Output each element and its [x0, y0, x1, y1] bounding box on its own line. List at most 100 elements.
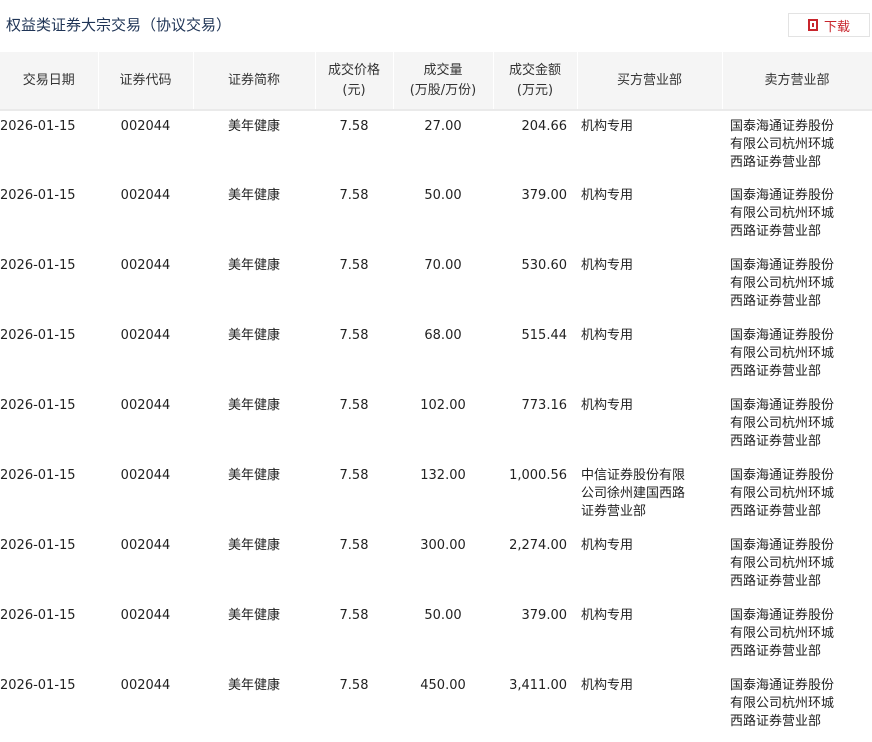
cell-text: 国泰海通证券股份有限公司杭州环城西路证券营业部 [730, 538, 835, 589]
header-volume: 成交量 (万股/万份) [393, 52, 494, 111]
cell-volume: 70.00 [393, 250, 493, 320]
cell-text: 国泰海通证券股份有限公司杭州环城西路证券营业部 [730, 258, 835, 309]
cell-price: 7.58 [315, 320, 393, 390]
cell-text: 美年健康 [227, 328, 280, 343]
cell-price: 7.58 [315, 250, 393, 320]
header-name: 证券简称 [193, 52, 316, 111]
cell-buyer: 机构专用 [577, 600, 722, 670]
cell-amount: 530.60 [493, 250, 577, 320]
cell-text: 2026-01-15 [0, 119, 76, 134]
cell-price: 7.58 [315, 670, 393, 740]
cell-text: 美年健康 [227, 608, 280, 623]
cell-buyer: 机构专用 [577, 390, 722, 460]
cell-text: 002044 [120, 398, 171, 413]
cell-text: 美年健康 [227, 188, 280, 203]
cell-amount: 204.66 [493, 110, 577, 180]
cell-amount: 1,000.56 [493, 460, 577, 530]
cell-text: 7.58 [339, 608, 369, 623]
header-label: 成交量 [423, 62, 463, 78]
cell-text: 美年健康 [227, 538, 280, 553]
cell-text: 2026-01-15 [0, 608, 76, 623]
table-row: 2026-01-15 002044 美年健康 7.58 27.00 204.66 机构专用 国… [0, 110, 872, 180]
cell-text: 机构专用 [581, 678, 634, 693]
cell-text: 国泰海通证券股份有限公司杭州环城西路证券营业部 [730, 119, 835, 170]
cell-date: 2026-01-15 [0, 530, 98, 600]
cell-text: 2026-01-15 [0, 678, 76, 693]
table-row: 2026-01-15 002044 美年健康 7.58 132.00 1,000.56 中信… [0, 460, 872, 530]
cell-text: 002044 [120, 468, 171, 483]
cell-name: 美年健康 [193, 250, 315, 320]
cell-name: 美年健康 [193, 600, 315, 670]
cell-date: 2026-01-15 [0, 390, 98, 460]
cell-buyer: 机构专用 [577, 320, 722, 390]
cell-code: 002044 [98, 390, 193, 460]
cell-buyer: 机构专用 [577, 530, 722, 600]
block-trade-table: 交易日期 证券代码 证券简称 成交价格 (元) 成交量 (万股/万份) 成交金额 (万元) 买方营… [0, 52, 872, 740]
table-row: 2026-01-15 002044 美年健康 7.58 70.00 530.60 机构专用 国… [0, 250, 872, 320]
cell-seller: 国泰海通证券股份有限公司杭州环城西路证券营业部 [722, 530, 872, 600]
cell-buyer: 机构专用 [577, 250, 722, 320]
cell-seller: 国泰海通证券股份有限公司杭州环城西路证券营业部 [722, 460, 872, 530]
cell-volume: 102.00 [393, 390, 493, 460]
cell-buyer: 机构专用 [577, 110, 722, 180]
cell-text: 002044 [120, 258, 171, 273]
cell-name: 美年健康 [193, 390, 315, 460]
cell-volume: 50.00 [393, 600, 493, 670]
cell-amount: 2,274.00 [493, 530, 577, 600]
cell-text: 1,000.56 [509, 468, 567, 483]
table-row: 2026-01-15 002044 美年健康 7.58 50.00 379.00 机构专用 国… [0, 180, 872, 250]
cell-price: 7.58 [315, 390, 393, 460]
cell-text: 美年健康 [227, 119, 280, 134]
cell-price: 7.58 [315, 460, 393, 530]
cell-name: 美年健康 [193, 530, 315, 600]
cell-text: 102.00 [420, 398, 466, 413]
cell-text: 2026-01-15 [0, 188, 76, 203]
page-title: 权益类证券大宗交易（协议交易） [6, 16, 232, 34]
download-button[interactable]: 下载 [788, 13, 870, 37]
header-seller: 卖方营业部 [722, 52, 872, 111]
cell-date: 2026-01-15 [0, 250, 98, 320]
cell-seller: 国泰海通证券股份有限公司杭州环城西路证券营业部 [722, 390, 872, 460]
cell-name: 美年健康 [193, 460, 315, 530]
table-row: 2026-01-15 002044 美年健康 7.58 300.00 2,274.00 机构… [0, 530, 872, 600]
cell-text: 7.58 [339, 119, 369, 134]
cell-text: 美年健康 [227, 468, 280, 483]
cell-buyer: 中信证券股份有限公司徐州建国西路证券营业部 [577, 460, 722, 530]
cell-text: 300.00 [420, 538, 466, 553]
cell-text: 002044 [120, 119, 171, 134]
cell-text: 773.16 [521, 398, 568, 413]
cell-price: 7.58 [315, 600, 393, 670]
cell-text: 2026-01-15 [0, 468, 76, 483]
cell-price: 7.58 [315, 110, 393, 180]
cell-volume: 68.00 [393, 320, 493, 390]
cell-seller: 国泰海通证券股份有限公司杭州环城西路证券营业部 [722, 320, 872, 390]
table-row: 2026-01-15 002044 美年健康 7.58 102.00 773.16 机构专用… [0, 390, 872, 460]
cell-text: 450.00 [420, 678, 466, 693]
table-row: 2026-01-15 002044 美年健康 7.58 68.00 515.44 机构专用 国… [0, 320, 872, 390]
cell-name: 美年健康 [193, 670, 315, 740]
cell-seller: 国泰海通证券股份有限公司杭州环城西路证券营业部 [722, 670, 872, 740]
header-label: 交易日期 [22, 72, 75, 88]
cell-text: 7.58 [339, 538, 369, 553]
cell-text: 27.00 [424, 119, 462, 134]
cell-text: 国泰海通证券股份有限公司杭州环城西路证券营业部 [730, 188, 835, 239]
cell-seller: 国泰海通证券股份有限公司杭州环城西路证券营业部 [722, 110, 872, 180]
cell-date: 2026-01-15 [0, 460, 98, 530]
cell-text: 机构专用 [581, 538, 634, 553]
cell-date: 2026-01-15 [0, 320, 98, 390]
cell-seller: 国泰海通证券股份有限公司杭州环城西路证券营业部 [722, 250, 872, 320]
cell-text: 515.44 [521, 328, 568, 343]
cell-text: 国泰海通证券股份有限公司杭州环城西路证券营业部 [730, 398, 835, 449]
header-label: 证券代码 [119, 72, 172, 88]
cell-volume: 450.00 [393, 670, 493, 740]
cell-text: 国泰海通证券股份有限公司杭州环城西路证券营业部 [730, 608, 835, 659]
cell-name: 美年健康 [193, 110, 315, 180]
cell-text: 132.00 [420, 468, 466, 483]
cell-volume: 300.00 [393, 530, 493, 600]
table-header: 交易日期 证券代码 证券简称 成交价格 (元) 成交量 (万股/万份) 成交金额 (万元) 买方营… [0, 52, 872, 111]
cell-text: 002044 [120, 608, 171, 623]
cell-text: 7.58 [339, 258, 369, 273]
cell-code: 002044 [98, 600, 193, 670]
cell-text: 机构专用 [581, 188, 634, 203]
cell-text: 002044 [120, 328, 171, 343]
